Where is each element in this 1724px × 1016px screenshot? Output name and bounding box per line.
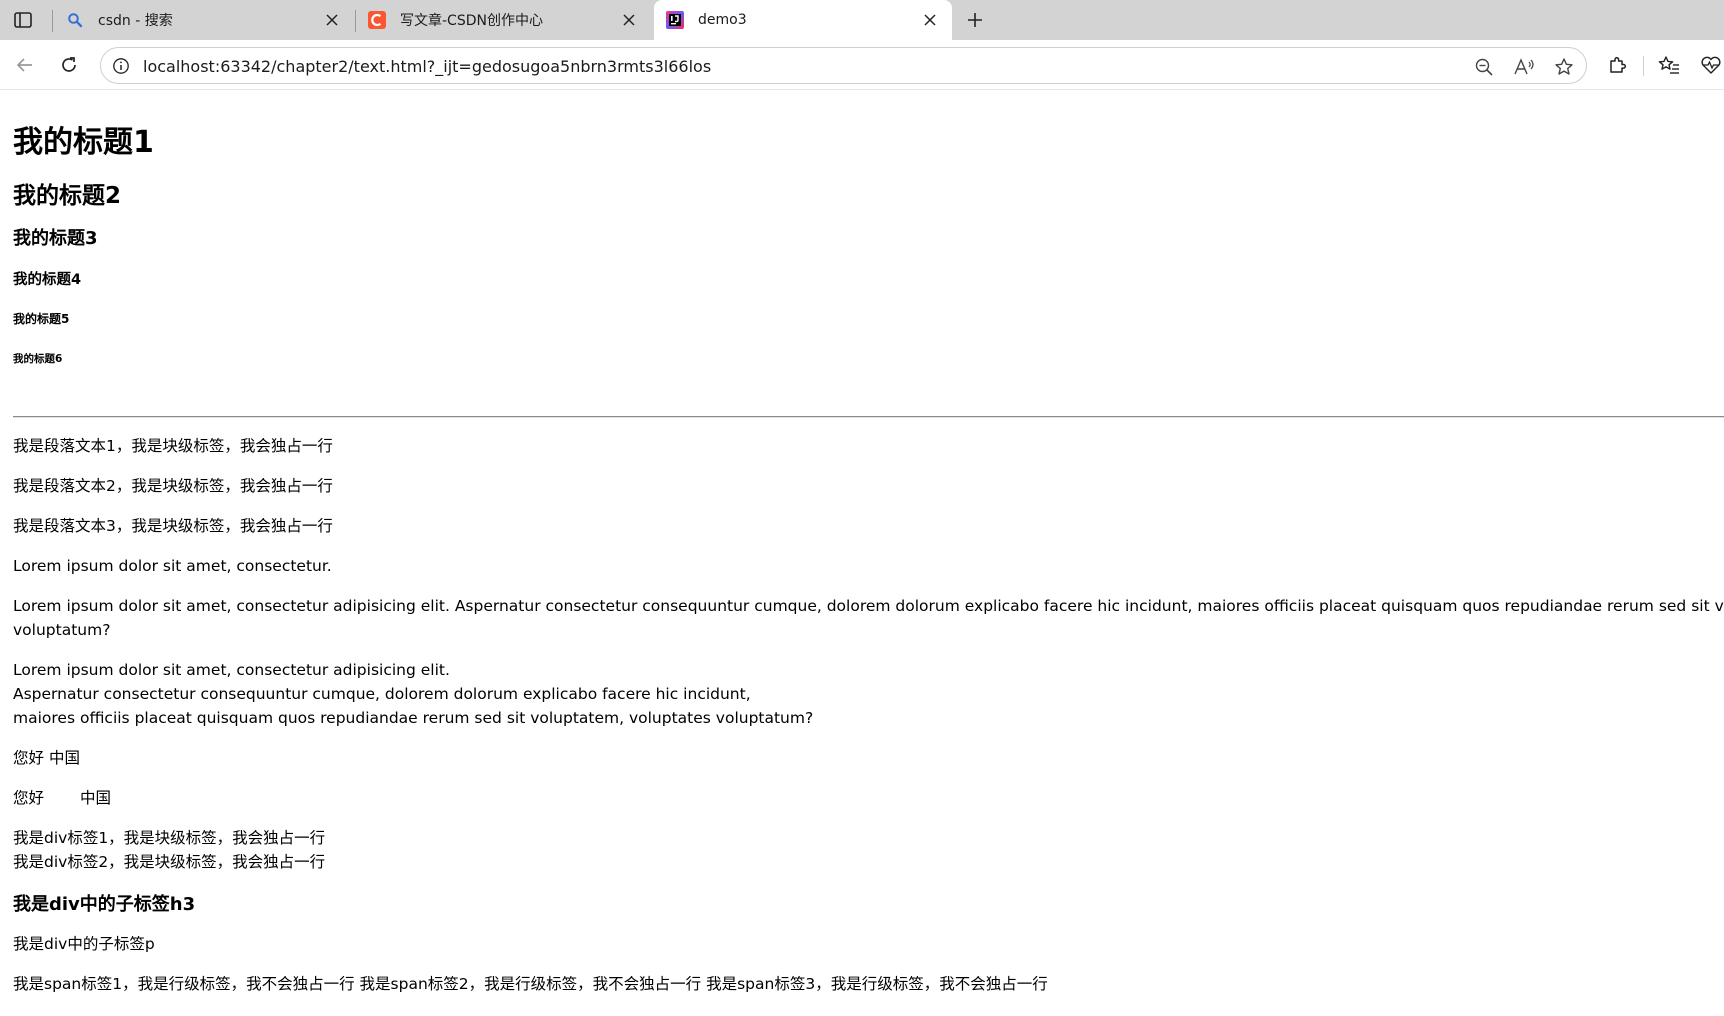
plus-icon [968, 13, 982, 27]
heading-2: 我的标题2 [13, 183, 122, 209]
tab-title: csdn - 搜索 [98, 13, 173, 29]
intellij-logo-icon [666, 11, 684, 29]
pre-text-line: Aspernatur consectetur consequuntur cumq… [13, 685, 751, 703]
puzzle-icon [1610, 56, 1627, 73]
tab-strip: csdn - 搜索 写文章-CSDN创作中心 demo3 [0, 0, 1724, 40]
url-text[interactable]: localhost:63342/chapter2/text.html?_ijt=… [143, 57, 711, 76]
favorite-star-icon[interactable] [1553, 56, 1575, 78]
pre-text-line: Lorem ipsum dolor sit amet, consectetur … [13, 661, 450, 679]
page-viewport: 我的标题1 我的标题2 我的标题3 我的标题4 我的标题5 我的标题6 我是段落… [0, 92, 1724, 1016]
performance-button[interactable] [1698, 52, 1724, 78]
csdn-logo-icon [368, 11, 386, 29]
div-child-heading: 我是div中的子标签h3 [13, 894, 196, 915]
toolbar-divider [1643, 56, 1644, 76]
span-item: 我是span标签2，我是行级标签，我不会独占一行 [359, 975, 702, 993]
lorem-long-paragraph-line: Lorem ipsum dolor sit amet, consectetur … [13, 597, 1724, 615]
china-word: 中国 [48, 749, 80, 767]
div-child-paragraph: 我是div中的子标签p [13, 935, 155, 953]
span-item: 我是span标签3，我是行级标签，我不会独占一行 [706, 975, 1048, 993]
div-block: 我是div标签2，我是块级标签，我会独占一行 [13, 853, 326, 871]
tab-title: 写文章-CSDN创作中心 [400, 13, 543, 29]
heading-5: 我的标题5 [13, 312, 70, 326]
span-line: 我是span标签1，我是行级标签，我不会独占一行 我是span标签2，我是行级标… [13, 972, 1048, 996]
pre-text-line: maiores officiis placeat quisquam quos r… [13, 709, 814, 727]
tab-actions-button[interactable] [8, 7, 38, 33]
zoom-out-icon[interactable] [1473, 56, 1495, 78]
paragraph: 我是段落文本3，我是块级标签，我会独占一行 [13, 517, 333, 535]
hello-china-collapsed: 您好 中国 [13, 746, 80, 770]
browser-toolbar: localhost:63342/chapter2/text.html?_ijt=… [0, 40, 1724, 90]
info-icon[interactable] [111, 56, 131, 76]
hello-china-spaced: 您好 中国 [13, 786, 111, 810]
lorem-short-paragraph: Lorem ipsum dolor sit amet, consectetur. [13, 557, 332, 575]
tab-csdn-search[interactable]: csdn - 搜索 [54, 0, 354, 40]
refresh-button[interactable] [56, 52, 82, 78]
heading-4: 我的标题4 [13, 272, 82, 288]
paragraph: 我是段落文本1，我是块级标签，我会独占一行 [13, 437, 333, 455]
div-block: 我是div标签1，我是块级标签，我会独占一行 [13, 829, 326, 847]
hello-word: 您好 [13, 749, 45, 767]
china-word: 中国 [80, 789, 112, 807]
horizontal-rule [13, 416, 1724, 418]
tab-csdn-write[interactable]: 写文章-CSDN创作中心 [356, 0, 651, 40]
new-tab-button[interactable] [962, 7, 988, 33]
read-aloud-icon[interactable] [1513, 56, 1535, 78]
span-item: 我是span标签1，我是行级标签，我不会独占一行 [13, 975, 355, 993]
hello-word: 您好 [13, 789, 45, 807]
heart-pulse-icon [1701, 56, 1721, 74]
lorem-long-paragraph-line: voluptatum? [13, 621, 111, 639]
heading-3: 我的标题3 [13, 228, 98, 249]
close-icon[interactable] [322, 10, 342, 30]
extensions-button[interactable] [1604, 52, 1630, 78]
heading-6: 我的标题6 [13, 353, 63, 365]
address-bar[interactable]: localhost:63342/chapter2/text.html?_ijt=… [100, 47, 1587, 84]
favorites-button[interactable] [1656, 52, 1682, 78]
heading-1: 我的标题1 [13, 125, 154, 160]
close-icon[interactable] [619, 10, 639, 30]
paragraph: 我是段落文本2，我是块级标签，我会独占一行 [13, 477, 333, 495]
back-arrow-icon [16, 58, 32, 72]
favorites-list-icon [1658, 56, 1679, 74]
refresh-icon [62, 57, 76, 72]
close-icon[interactable] [920, 10, 940, 30]
back-button[interactable] [12, 52, 38, 78]
tab-actions-icon [14, 12, 32, 28]
tab-divider [52, 10, 53, 32]
tab-demo3[interactable]: demo3 [654, 0, 952, 40]
search-icon [66, 11, 84, 29]
tab-title: demo3 [698, 12, 747, 28]
